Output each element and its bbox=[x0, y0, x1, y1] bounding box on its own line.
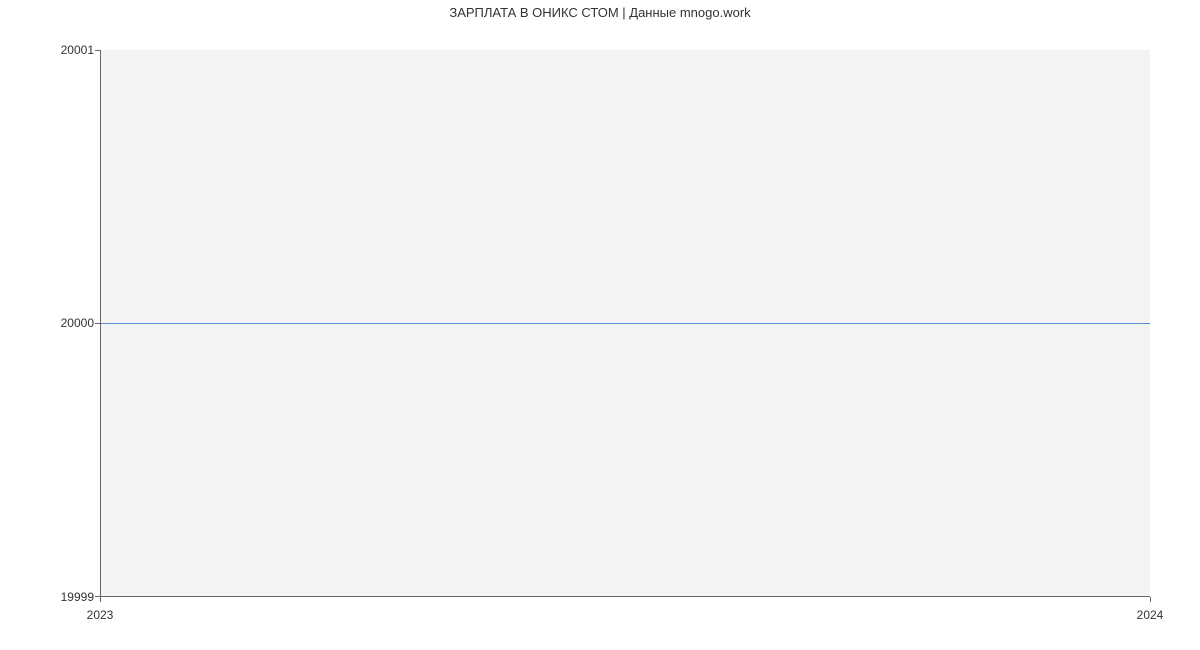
y-tick-label: 20000 bbox=[61, 316, 94, 330]
chart-title: ЗАРПЛАТА В ОНИКС СТОМ | Данные mnogo.wor… bbox=[0, 5, 1200, 20]
y-tick-label: 20001 bbox=[61, 43, 94, 57]
y-tick-mark bbox=[95, 323, 100, 324]
x-tick-label: 2024 bbox=[1137, 608, 1164, 622]
x-tick-mark bbox=[100, 597, 101, 602]
x-tick-mark bbox=[1150, 597, 1151, 602]
data-series-line bbox=[101, 323, 1150, 324]
y-tick-mark bbox=[95, 50, 100, 51]
x-tick-label: 2023 bbox=[87, 608, 114, 622]
plot-area bbox=[100, 50, 1150, 597]
y-tick-label: 19999 bbox=[61, 590, 94, 604]
